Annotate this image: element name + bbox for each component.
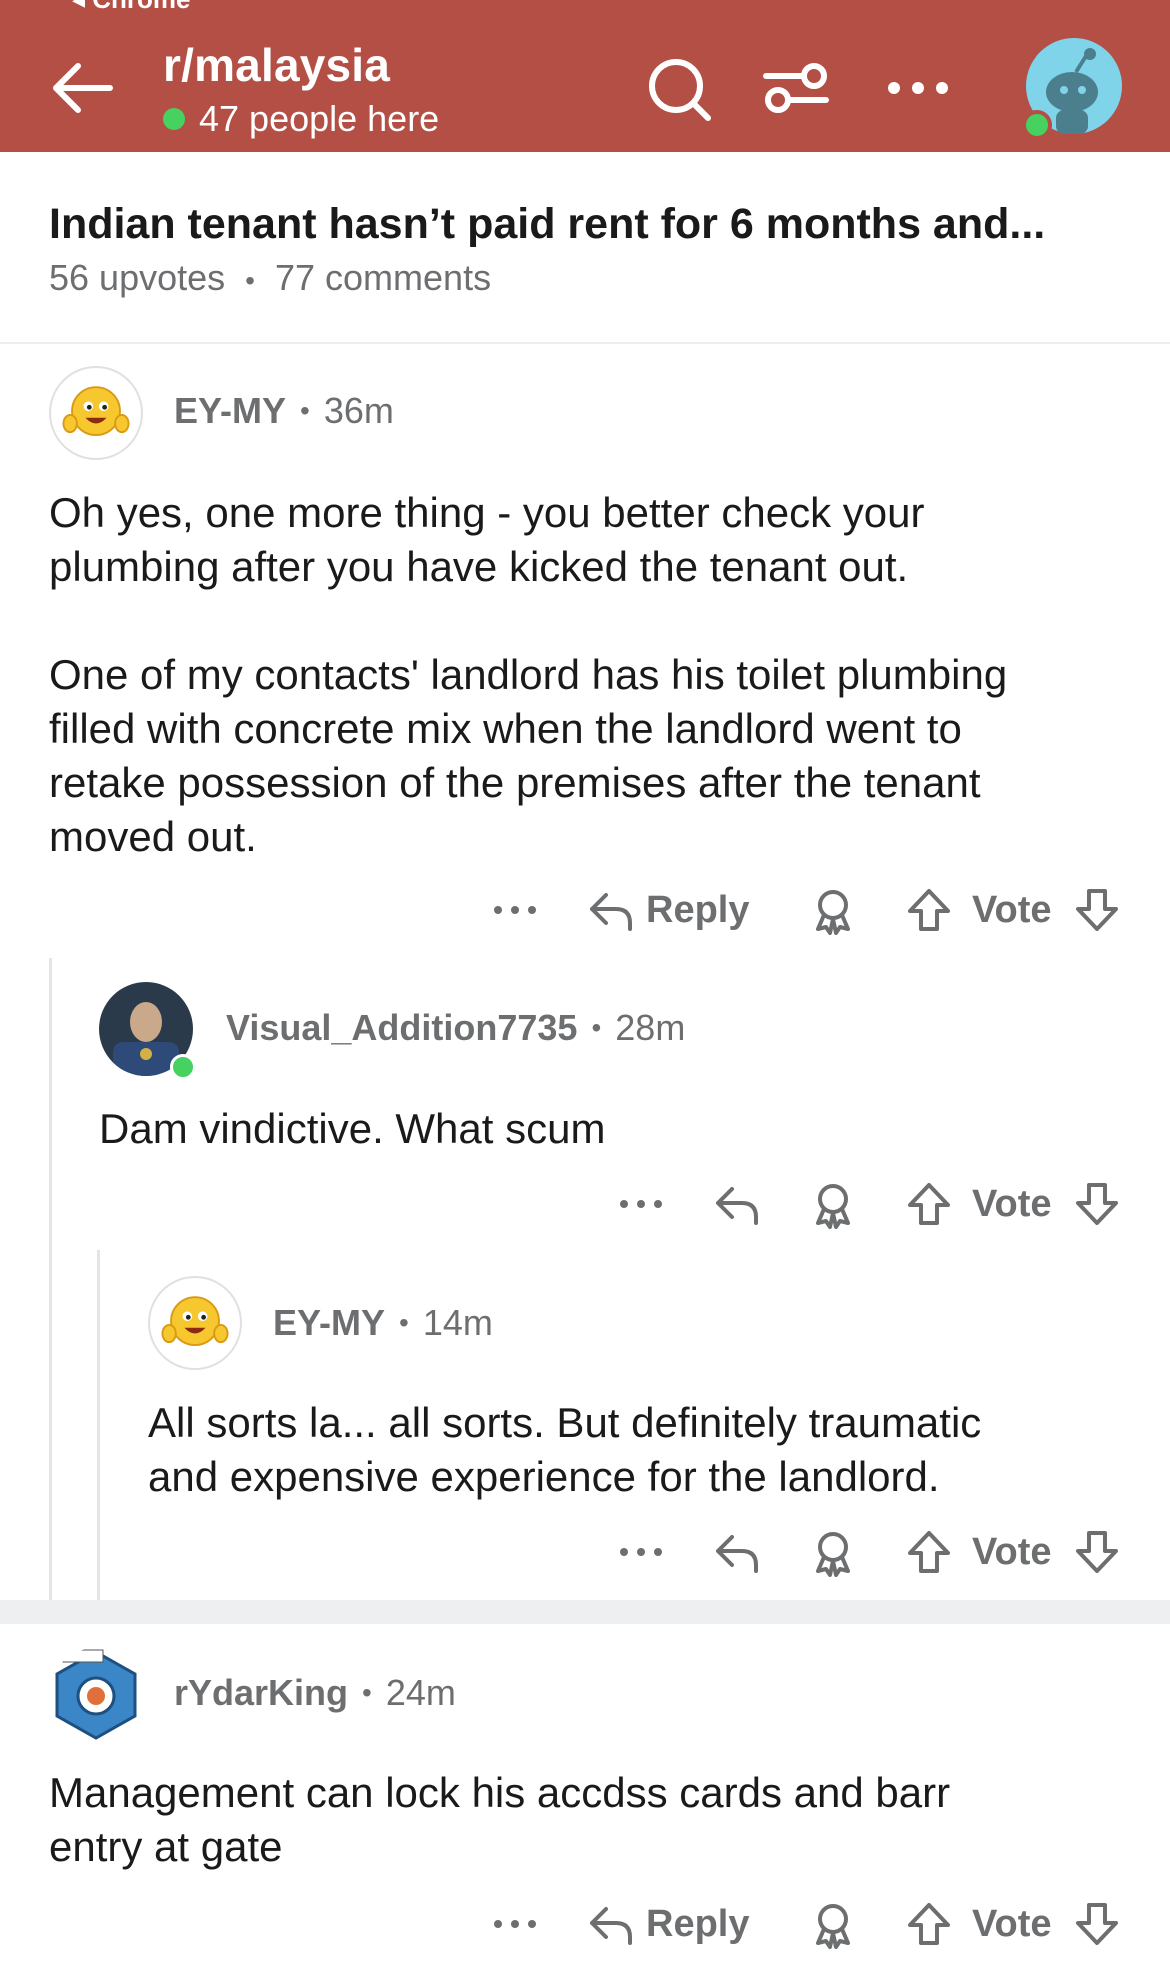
comment-body: Oh yes, one more thing - you better chec… bbox=[49, 489, 1008, 860]
vote-label: Vote bbox=[972, 888, 1052, 931]
reply-icon[interactable] bbox=[712, 1522, 762, 1582]
comment-age: 14m bbox=[422, 1302, 493, 1343]
comment-count: 77 comments bbox=[274, 257, 492, 298]
comment-age: 36m bbox=[323, 390, 394, 431]
reply-label: Reply bbox=[646, 1902, 750, 1945]
comment-author[interactable]: EY-MY bbox=[174, 390, 286, 432]
comment-header: EY-MY • 14m bbox=[273, 1302, 493, 1344]
upvote-icon bbox=[908, 1531, 950, 1573]
downvote-icon bbox=[1076, 1531, 1118, 1573]
more-options-icon[interactable] bbox=[616, 1174, 666, 1234]
vote-score: Vote bbox=[972, 880, 1052, 940]
comment-header: EY-MY • 36m bbox=[174, 390, 394, 432]
vote-label: Vote bbox=[972, 1530, 1052, 1573]
downvote-button[interactable] bbox=[1072, 880, 1122, 940]
comment-header: Visual_Addition7735 • 28m bbox=[226, 1007, 685, 1049]
more-icon[interactable] bbox=[878, 48, 958, 128]
downvote-button[interactable] bbox=[1072, 1522, 1122, 1582]
header-separator: • bbox=[591, 1012, 602, 1043]
user-online-indicator bbox=[1022, 110, 1052, 140]
reply-icon bbox=[590, 1907, 632, 1945]
more-options-icon[interactable] bbox=[490, 880, 540, 940]
comment-body: Management can lock his accdss cards and… bbox=[49, 1769, 951, 1870]
online-indicator-icon bbox=[163, 108, 185, 130]
filter-icon[interactable] bbox=[756, 48, 836, 128]
header-separator: • bbox=[300, 395, 310, 426]
downvote-icon bbox=[1076, 1903, 1118, 1945]
upvote-count: 56 upvotes bbox=[49, 257, 226, 298]
vote-label: Vote bbox=[972, 1182, 1052, 1225]
avatar[interactable] bbox=[49, 366, 143, 460]
user-avatar[interactable] bbox=[1022, 38, 1122, 140]
online-indicator-icon bbox=[170, 1054, 196, 1080]
comment-actions: Reply Vote bbox=[0, 1894, 1170, 1954]
comment-header: rYdarKing • 24m bbox=[174, 1672, 456, 1714]
divider bbox=[0, 342, 1170, 344]
downvote-button[interactable] bbox=[1072, 1174, 1122, 1234]
vote-score: Vote bbox=[972, 1894, 1052, 1954]
reply-button[interactable]: Reply bbox=[586, 880, 749, 940]
post-meta: 56 upvotes • 77 comments bbox=[49, 257, 491, 299]
avatar[interactable] bbox=[148, 1276, 242, 1370]
upvote-button[interactable] bbox=[904, 1522, 954, 1582]
award-icon[interactable] bbox=[808, 1174, 858, 1234]
thumbs-up-smiley-icon bbox=[62, 386, 130, 436]
subreddit-header: ◂ Chrome r/malaysia 47 people here bbox=[0, 0, 1170, 152]
upvote-icon bbox=[908, 1903, 950, 1945]
comment-body: Dam vindictive. What scum bbox=[99, 1105, 606, 1152]
upvote-icon bbox=[908, 1183, 950, 1225]
thread-line[interactable] bbox=[49, 958, 52, 1600]
comment-age: 24m bbox=[385, 1672, 456, 1713]
comment-thread-divider bbox=[0, 1600, 1170, 1624]
award-icon[interactable] bbox=[808, 880, 858, 940]
vote-score: Vote bbox=[972, 1522, 1052, 1582]
vote-score: Vote bbox=[972, 1174, 1052, 1234]
comment-actions: Vote bbox=[0, 1522, 1170, 1582]
comment-author[interactable]: rYdarKing bbox=[174, 1672, 348, 1714]
comment-author[interactable]: Visual_Addition7735 bbox=[226, 1007, 577, 1049]
comment-actions: Vote bbox=[0, 1174, 1170, 1234]
online-count: 47 people here bbox=[163, 98, 439, 140]
header-separator: • bbox=[399, 1307, 409, 1338]
reply-label: Reply bbox=[646, 888, 750, 931]
award-icon[interactable] bbox=[808, 1894, 858, 1954]
header-separator: • bbox=[362, 1677, 372, 1708]
reply-button[interactable]: Reply bbox=[586, 1894, 749, 1954]
subreddit-name[interactable]: r/malaysia bbox=[163, 38, 390, 92]
upvote-button[interactable] bbox=[904, 1894, 954, 1954]
downvote-icon bbox=[1076, 889, 1118, 931]
back-arrow-icon[interactable] bbox=[44, 50, 124, 130]
search-icon[interactable] bbox=[638, 48, 718, 128]
more-options-icon[interactable] bbox=[490, 1894, 540, 1954]
place-badge-avatar-icon bbox=[55, 1649, 137, 1740]
award-icon[interactable] bbox=[808, 1522, 858, 1582]
comment-age: 28m bbox=[615, 1007, 686, 1048]
downvote-button[interactable] bbox=[1072, 1894, 1122, 1954]
reply-icon[interactable] bbox=[712, 1174, 762, 1234]
comment-body: All sorts la... all sorts. But definitel… bbox=[148, 1399, 982, 1500]
reply-icon bbox=[590, 893, 632, 931]
upvote-button[interactable] bbox=[904, 880, 954, 940]
upvote-button[interactable] bbox=[904, 1174, 954, 1234]
downvote-icon bbox=[1076, 1183, 1118, 1225]
comment-author[interactable]: EY-MY bbox=[273, 1302, 385, 1344]
upvote-icon bbox=[908, 889, 950, 931]
more-options-icon[interactable] bbox=[616, 1522, 666, 1582]
thumbs-up-smiley-icon bbox=[161, 1296, 229, 1346]
meta-separator: • bbox=[245, 265, 255, 296]
avatar[interactable] bbox=[49, 1648, 143, 1742]
comment-actions: Reply Vote bbox=[0, 880, 1170, 940]
online-text: 47 people here bbox=[199, 98, 440, 139]
vote-label: Vote bbox=[972, 1902, 1052, 1945]
status-bar-back-app[interactable]: ◂ Chrome bbox=[72, 0, 191, 15]
post-title[interactable]: Indian tenant hasn’t paid rent for 6 mon… bbox=[49, 200, 1045, 249]
